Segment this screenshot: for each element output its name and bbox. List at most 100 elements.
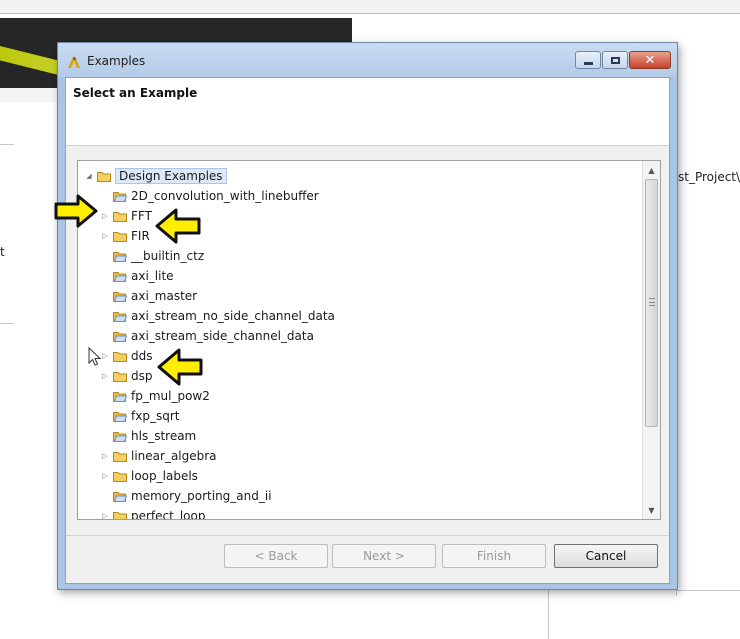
tree-item[interactable]: ▷ dds bbox=[100, 347, 153, 365]
tree-item[interactable]: 2D_convolution_with_linebuffer bbox=[100, 187, 319, 205]
finish-button[interactable]: Finish bbox=[442, 544, 546, 568]
tree-item-label: axi_stream_no_side_channel_data bbox=[131, 309, 335, 323]
annotation-arrow-icon bbox=[54, 194, 98, 228]
project-folder-icon bbox=[113, 391, 127, 402]
tree-item-label: hls_stream bbox=[131, 429, 197, 443]
project-folder-icon bbox=[113, 411, 127, 422]
tree-item[interactable]: fxp_sqrt bbox=[100, 407, 179, 425]
folder-icon bbox=[113, 231, 127, 242]
tree-root-label: Design Examples bbox=[115, 168, 227, 184]
close-icon: ✕ bbox=[644, 52, 656, 68]
tree-item[interactable]: __builtin_ctz bbox=[100, 247, 204, 265]
tree-item-label: 2D_convolution_with_linebuffer bbox=[131, 189, 319, 203]
expand-arrow-icon[interactable]: ▷ bbox=[100, 471, 110, 481]
tree-item[interactable]: ▷ FFT bbox=[100, 207, 152, 225]
tree-item[interactable]: ▷ linear_algebra bbox=[100, 447, 217, 465]
tree-item[interactable]: ▷ FIR bbox=[100, 227, 149, 245]
tree-item-label: linear_algebra bbox=[131, 449, 217, 463]
maximize-icon bbox=[610, 56, 620, 64]
tree-item[interactable]: axi_stream_side_channel_data bbox=[100, 327, 314, 345]
maximize-button[interactable] bbox=[602, 51, 628, 69]
project-folder-icon bbox=[113, 331, 127, 342]
folder-icon bbox=[113, 451, 127, 462]
minimize-icon bbox=[583, 61, 593, 65]
tree-vertical-scrollbar[interactable]: ▲ ▼ bbox=[642, 161, 660, 519]
tree-item-label: axi_stream_side_channel_data bbox=[131, 329, 314, 343]
annotation-arrow-icon bbox=[157, 348, 203, 386]
project-folder-icon bbox=[113, 291, 127, 302]
page-title: Select an Example bbox=[73, 86, 198, 100]
tree-item-label: dsp bbox=[131, 369, 153, 383]
tree-item[interactable]: axi_lite bbox=[100, 267, 174, 285]
project-folder-icon bbox=[113, 271, 127, 282]
tree-root-item[interactable]: ◢ Design Examples bbox=[84, 167, 227, 185]
tree-item-label: perfect_loop bbox=[131, 509, 206, 519]
cancel-button[interactable]: Cancel bbox=[554, 544, 658, 568]
annotation-arrow-icon bbox=[155, 208, 201, 244]
background-divider bbox=[0, 144, 14, 145]
tree-item-label: memory_porting_and_ii bbox=[131, 489, 272, 503]
mouse-cursor-icon bbox=[88, 347, 102, 366]
tree-item-label: __builtin_ctz bbox=[131, 249, 205, 263]
collapse-arrow-icon[interactable]: ◢ bbox=[84, 171, 94, 181]
tree-item-label: FFT bbox=[131, 209, 152, 223]
tree-item-label: fp_mul_pow2 bbox=[131, 389, 210, 403]
tree-item[interactable]: memory_porting_and_ii bbox=[100, 487, 272, 505]
grip-icon bbox=[649, 298, 655, 306]
button-bar-divider bbox=[66, 535, 669, 536]
tree-item-label: axi_master bbox=[131, 289, 198, 303]
project-folder-icon bbox=[113, 191, 127, 202]
tree-item[interactable]: fp_mul_pow2 bbox=[100, 387, 210, 405]
tree-item[interactable]: ▷ loop_labels bbox=[100, 467, 198, 485]
tree-item[interactable]: axi_master bbox=[100, 287, 197, 305]
background-divider bbox=[676, 590, 740, 591]
background-window-top bbox=[0, 0, 740, 14]
app-logo-icon bbox=[67, 54, 81, 68]
expand-arrow-icon[interactable]: ▷ bbox=[100, 451, 110, 461]
project-folder-icon bbox=[113, 491, 127, 502]
scrollbar-thumb[interactable] bbox=[645, 179, 658, 427]
folder-icon bbox=[113, 471, 127, 482]
project-folder-icon bbox=[113, 311, 127, 322]
expand-arrow-icon[interactable]: ▷ bbox=[100, 371, 110, 381]
folder-icon bbox=[113, 211, 127, 222]
folder-icon bbox=[113, 371, 127, 382]
scroll-down-icon[interactable]: ▼ bbox=[643, 503, 660, 517]
expand-arrow-icon[interactable]: ▷ bbox=[100, 231, 110, 241]
background-divider bbox=[0, 323, 14, 324]
tree-item[interactable]: ▷ dsp bbox=[100, 367, 153, 385]
background-right-panel bbox=[676, 146, 740, 596]
tree-item[interactable]: ▷ perfect_loop bbox=[100, 507, 205, 519]
close-button[interactable]: ✕ bbox=[629, 51, 671, 69]
scroll-up-icon[interactable]: ▲ bbox=[643, 163, 660, 177]
background-divider bbox=[548, 590, 549, 639]
examples-dialog: Examples ✕ Select an Example ◢ Design Ex… bbox=[57, 42, 678, 590]
folder-icon bbox=[97, 171, 111, 182]
project-folder-icon bbox=[113, 431, 127, 442]
expand-arrow-icon[interactable]: ▷ bbox=[100, 211, 110, 221]
tree-item[interactable]: hls_stream bbox=[100, 427, 196, 445]
dialog-content: Select an Example ◢ Design Examples 2D_c… bbox=[65, 77, 670, 584]
dialog-titlebar[interactable]: Examples ✕ bbox=[58, 43, 677, 77]
project-folder-icon bbox=[113, 251, 127, 262]
expand-arrow-icon[interactable]: ▷ bbox=[100, 511, 110, 519]
folder-icon bbox=[113, 511, 127, 519]
folder-icon bbox=[113, 351, 127, 362]
minimize-button[interactable] bbox=[575, 51, 601, 69]
background-project-path: st_Project\r bbox=[678, 170, 740, 184]
back-button[interactable]: < Back bbox=[224, 544, 328, 568]
tree-item-label: loop_labels bbox=[131, 469, 198, 483]
tree-item-label: dds bbox=[131, 349, 153, 363]
next-button[interactable]: Next > bbox=[332, 544, 436, 568]
tree-item[interactable]: axi_stream_no_side_channel_data bbox=[100, 307, 335, 325]
tree-item-label: axi_lite bbox=[131, 269, 174, 283]
